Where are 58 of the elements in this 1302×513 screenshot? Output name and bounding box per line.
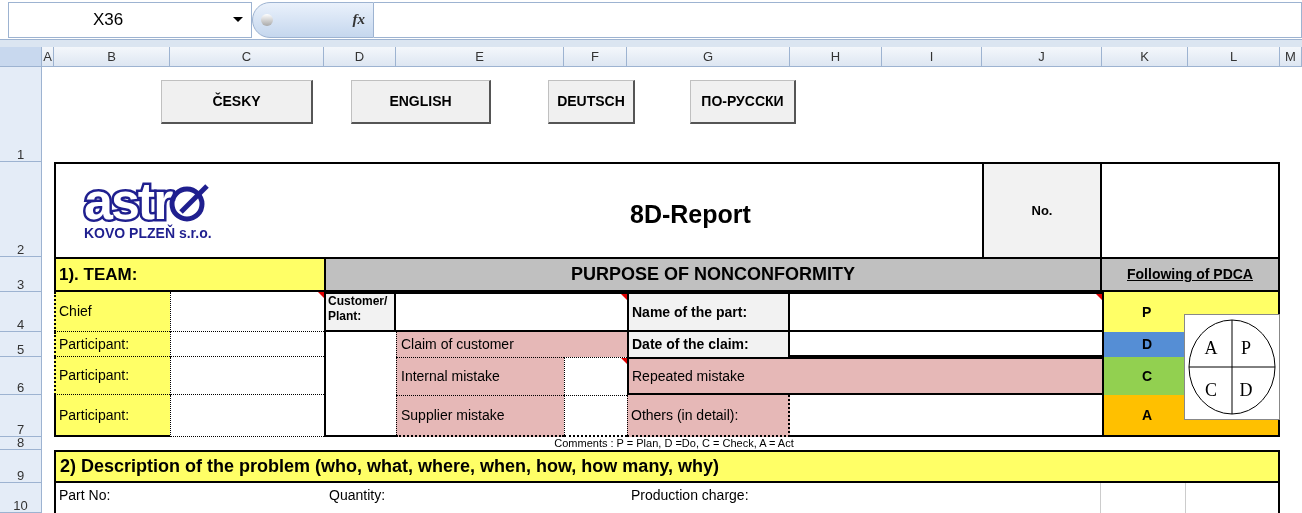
customer-plant-label: Customer/Plant:	[327, 294, 389, 324]
row-header[interactable]: 10	[0, 483, 42, 513]
grip-icon	[261, 13, 273, 26]
team-member-label: Participant:	[54, 332, 170, 357]
claim-date-label: Date of the claim:	[627, 332, 790, 357]
column-header[interactable]: A	[42, 47, 54, 67]
column-header[interactable]: F	[564, 47, 627, 67]
number-label: No.	[1031, 201, 1053, 220]
others-label: Others (in detail):	[627, 395, 790, 437]
column-header[interactable]: C	[170, 47, 324, 67]
row-header[interactable]: 7	[0, 395, 42, 437]
language-button[interactable]: ČESKY	[161, 80, 313, 124]
language-button[interactable]: ПО-РУССКИ	[690, 80, 796, 124]
column-header[interactable]: L	[1188, 47, 1280, 67]
field-label: Part No:	[58, 486, 111, 505]
column-header[interactable]: K	[1102, 47, 1188, 67]
claim-type-label: Claim of customer	[396, 332, 627, 357]
dropdown-arrow-icon[interactable]	[233, 17, 243, 22]
team-member-label: Chief	[54, 292, 170, 332]
row-header[interactable]: 8	[0, 437, 42, 450]
formula-input[interactable]	[374, 1, 1302, 38]
row-header[interactable]: 9	[0, 450, 42, 483]
row-header[interactable]: 5	[0, 332, 42, 357]
column-header[interactable]: D	[324, 47, 396, 67]
field-label: Quantity:	[328, 486, 386, 505]
team-heading: 1). TEAM:	[54, 257, 324, 292]
report-title: 8D-Report	[630, 199, 751, 230]
purpose-heading: PURPOSE OF NONCONFORMITY	[324, 257, 1102, 292]
column-header[interactable]: G	[627, 47, 790, 67]
field-label: Production charge:	[630, 486, 749, 505]
function-button[interactable]: fx	[352, 8, 365, 31]
pdca-heading: Following of PDCA	[1127, 265, 1253, 284]
column-header[interactable]: H	[790, 47, 882, 67]
row-header[interactable]: 4	[0, 292, 42, 332]
description-heading: 2) Description of the problem (who, what, where, when, how, how many, why)	[54, 450, 1280, 483]
row-header[interactable]: 1	[0, 67, 42, 162]
column-header[interactable]: E	[396, 47, 564, 67]
team-member-label: Participant:	[54, 357, 170, 395]
row-header[interactable]: 6	[0, 357, 42, 395]
column-header[interactable]: J	[982, 47, 1102, 67]
comments-note: Comments : P = Plan, D =Do, C = Check, A = Act	[554, 437, 794, 450]
row-header[interactable]: 3	[0, 257, 42, 292]
team-member-label: Participant:	[54, 395, 170, 437]
row-header[interactable]: 2	[0, 162, 42, 257]
part-name-label: Name of the part:	[627, 292, 790, 332]
column-header[interactable]: I	[882, 47, 982, 67]
claim-type-label: Internal mistake	[396, 357, 564, 395]
wheel-letter: P	[1241, 338, 1251, 358]
name-box[interactable]: X36	[93, 6, 124, 33]
column-header[interactable]: B	[54, 47, 170, 67]
language-button[interactable]: ENGLISH	[351, 80, 491, 124]
column-header[interactable]: M	[1280, 47, 1302, 67]
claim-type-label: Supplier mistake	[396, 395, 564, 437]
wheel-letter: A	[1204, 338, 1218, 358]
claim-type-label: Repeated mistake	[627, 357, 1102, 395]
language-button[interactable]: DEUTSCH	[548, 80, 635, 124]
company-name: KOVO PLZEŇ s.r.o.	[84, 224, 213, 241]
select-all-corner[interactable]	[0, 47, 42, 67]
